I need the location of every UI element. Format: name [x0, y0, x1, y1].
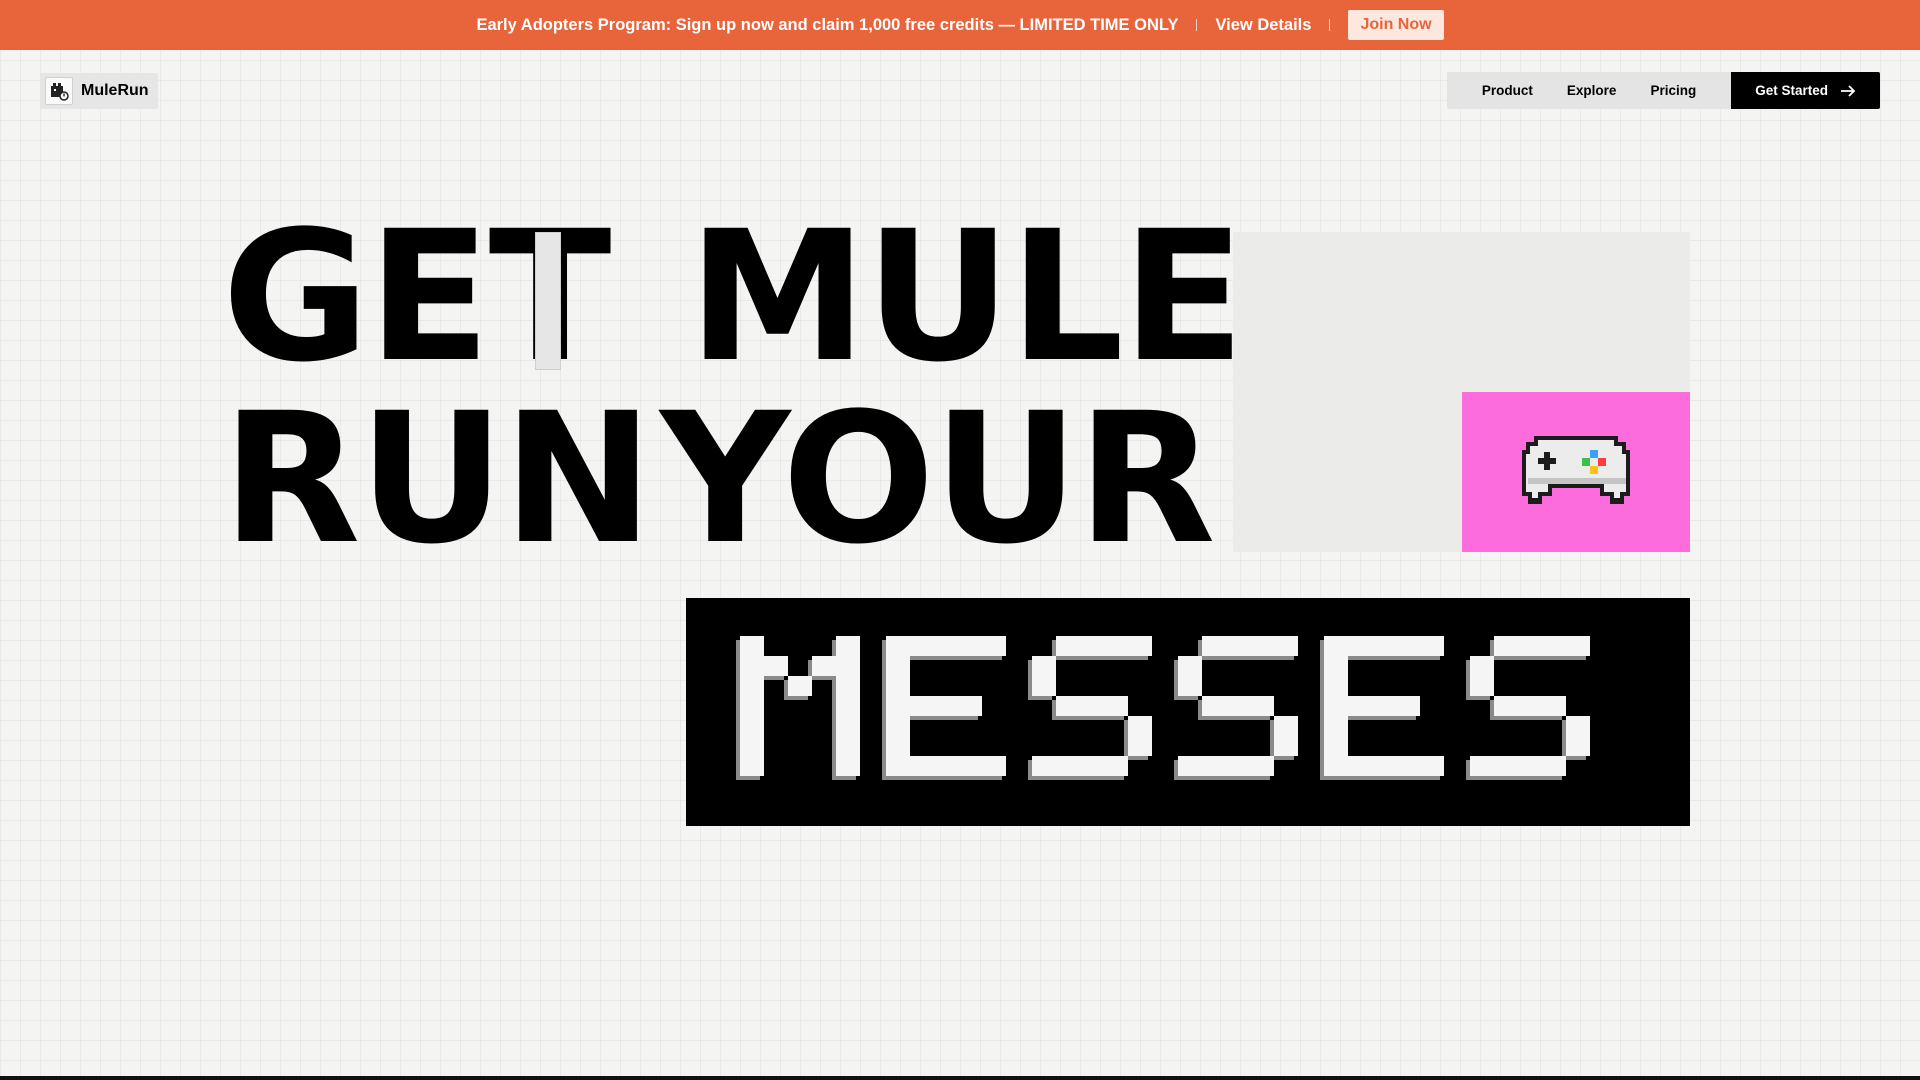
divider [1329, 19, 1331, 31]
hero-word-mule: MULE [688, 193, 1245, 402]
join-now-button[interactable]: Join Now [1348, 10, 1444, 40]
hero-pink-panel [1462, 392, 1690, 552]
hero-word-run: RUN [222, 375, 653, 584]
pixel-letter-s [1466, 636, 1590, 780]
bottom-border [0, 1076, 1920, 1080]
logo-text: MuleRun [81, 82, 149, 99]
pixel-letter-e [1320, 636, 1444, 780]
nav-item-product[interactable]: Product [1482, 83, 1533, 98]
gamepad-icon [1522, 436, 1630, 504]
logo-link[interactable]: MuleRun [40, 73, 158, 109]
nav-links: Product Explore Pricing [1446, 72, 1732, 109]
mule-logo-icon [45, 77, 73, 105]
get-started-button[interactable]: Get Started [1731, 72, 1880, 109]
pixel-letter-m [736, 636, 860, 780]
hero-highlight-bar [686, 598, 1690, 826]
text-cursor [535, 232, 561, 370]
divider [1196, 19, 1198, 31]
promo-banner: Early Adopters Program: Sign up now and … [0, 0, 1920, 50]
promo-message: Early Adopters Program: Sign up now and … [476, 15, 1179, 34]
hero-word-your: YOUR [660, 375, 1216, 584]
main-nav: Product Explore Pricing Get Started [1446, 72, 1880, 109]
pixel-letter-s [1028, 636, 1152, 780]
nav-item-pricing[interactable]: Pricing [1650, 83, 1696, 98]
view-details-link[interactable]: View Details [1215, 16, 1311, 35]
arrow-right-icon [1841, 84, 1856, 97]
nav-item-explore[interactable]: Explore [1567, 83, 1617, 98]
pixel-letter-s [1174, 636, 1298, 780]
get-started-label: Get Started [1755, 83, 1828, 98]
hero-highlight-messes [736, 636, 1590, 780]
pixel-letter-e [882, 636, 1006, 780]
